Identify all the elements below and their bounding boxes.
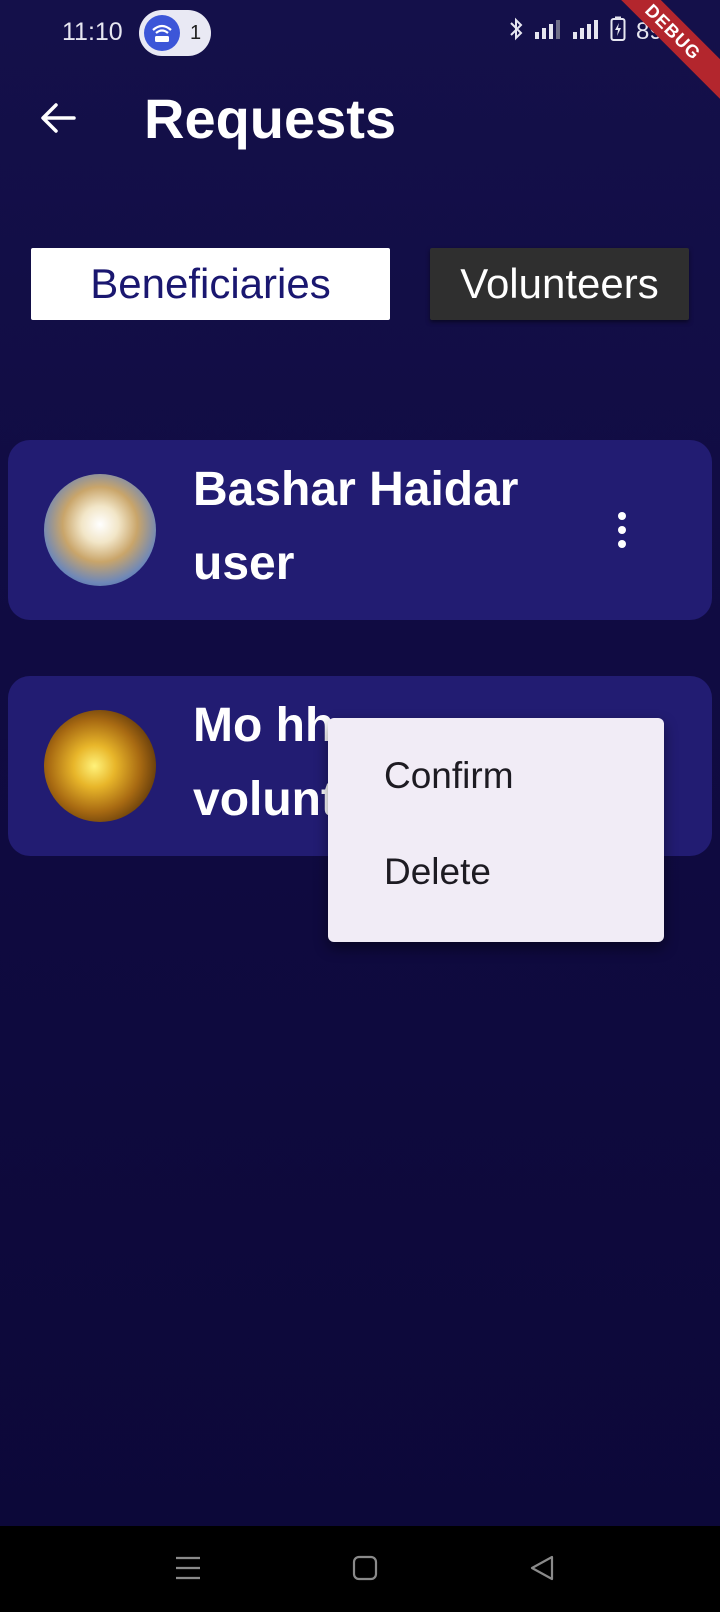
menu-item-label: Delete: [384, 851, 491, 892]
more-options-button[interactable]: [602, 506, 642, 554]
tab-beneficiaries[interactable]: Beneficiaries: [31, 248, 390, 320]
page-title: Requests: [144, 87, 397, 150]
menu-item-confirm[interactable]: Confirm: [328, 728, 664, 824]
battery-charging-icon: [610, 16, 626, 47]
options-popup-menu: Confirm Delete: [328, 718, 664, 942]
avatar: [44, 710, 156, 822]
request-role: volunt: [193, 773, 337, 826]
arrow-left-icon: [40, 102, 76, 139]
hotspot-indicator[interactable]: 1: [139, 10, 211, 56]
menu-item-label: Confirm: [384, 755, 514, 796]
menu-lines-icon: [174, 1555, 202, 1586]
more-vert-icon: [618, 512, 626, 548]
triangle-back-icon: [529, 1555, 555, 1586]
back-nav-button[interactable]: [520, 1548, 564, 1592]
square-icon: [352, 1555, 378, 1586]
menu-item-delete[interactable]: Delete: [328, 824, 664, 920]
request-card[interactable]: Bashar Haidar user: [8, 440, 712, 620]
tab-volunteers[interactable]: Volunteers: [430, 248, 689, 320]
hotspot-count: 1: [190, 21, 202, 44]
recent-apps-button[interactable]: [166, 1548, 210, 1592]
request-role: user: [193, 537, 295, 590]
hotspot-icon: [144, 15, 180, 51]
status-time: 11:10: [62, 18, 123, 46]
signal-icon: [534, 18, 562, 45]
bluetooth-icon: [508, 17, 524, 46]
signal-icon: [572, 18, 600, 45]
home-button[interactable]: [343, 1548, 387, 1592]
request-name: Bashar Haidar: [193, 463, 519, 516]
avatar: [44, 474, 156, 586]
system-nav-bar: [0, 1526, 720, 1612]
request-name: Mo hh: [193, 699, 335, 752]
back-button[interactable]: [32, 94, 84, 146]
